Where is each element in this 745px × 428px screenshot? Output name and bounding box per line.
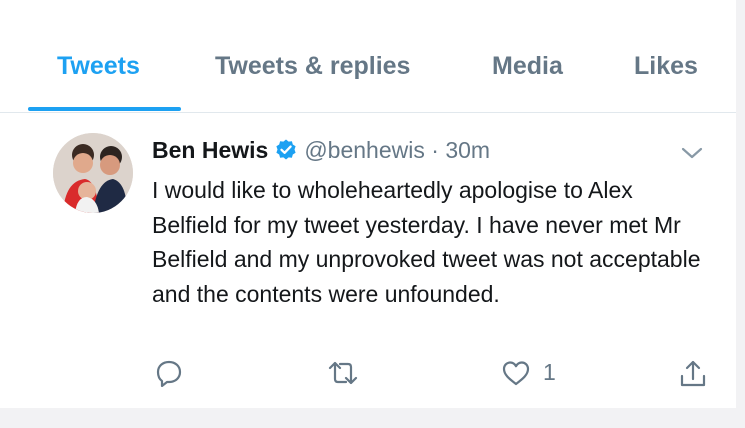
- retweet-icon[interactable]: [326, 359, 360, 387]
- heart-icon[interactable]: [501, 359, 531, 387]
- tab-media[interactable]: Media: [492, 52, 563, 81]
- chevron-down-icon[interactable]: [680, 143, 704, 163]
- header-separator: ·: [431, 137, 439, 163]
- author-name[interactable]: Ben Hewis: [152, 137, 268, 163]
- like-count: 1: [543, 359, 556, 385]
- tab-likes[interactable]: Likes: [634, 52, 698, 81]
- reply-icon[interactable]: [155, 359, 183, 387]
- tweet-timestamp[interactable]: 30m: [445, 137, 490, 163]
- share-icon[interactable]: [679, 359, 707, 389]
- author-handle[interactable]: @benhewis: [304, 137, 425, 163]
- tweet[interactable]: Ben Hewis @benhewis · 30m I would like t…: [0, 113, 736, 408]
- tab-tweets-and-replies[interactable]: Tweets & replies: [215, 52, 410, 81]
- active-tab-indicator: [28, 107, 181, 111]
- profile-timeline-card: Tweets Tweets & replies Media Likes Ben …: [0, 0, 736, 408]
- verified-badge-icon: [276, 139, 296, 160]
- tab-tweets[interactable]: Tweets: [57, 52, 140, 81]
- profile-tabs: Tweets Tweets & replies Media Likes: [0, 30, 736, 113]
- avatar[interactable]: [53, 133, 133, 213]
- tweet-text: I would like to wholeheartedly apologise…: [152, 177, 701, 307]
- tweet-header: Ben Hewis @benhewis · 30m: [152, 137, 490, 167]
- tweet-actions: 1: [0, 353, 736, 393]
